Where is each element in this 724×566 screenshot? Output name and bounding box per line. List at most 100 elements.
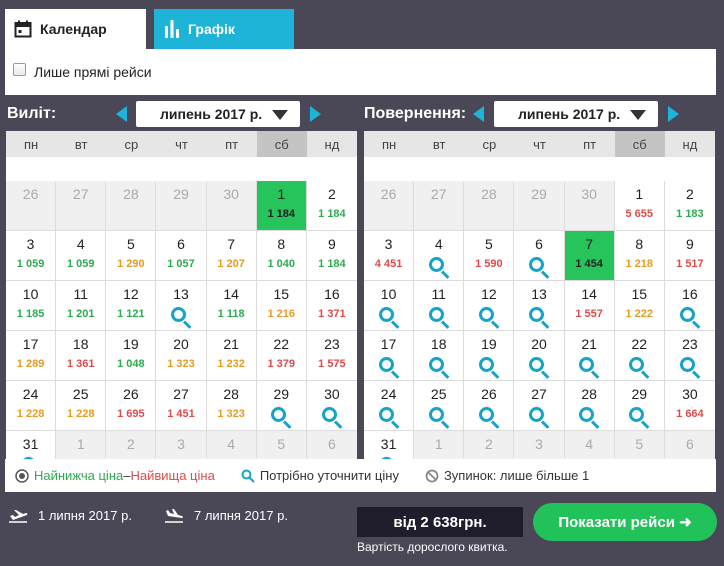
day-cell[interactable]: 12 [464,281,515,331]
day-cell[interactable]: 13 [156,281,207,331]
search-icon[interactable] [478,406,500,429]
day-cell[interactable]: 15 1 222 [614,281,665,331]
show-flights-button[interactable]: Показати рейси ➜ [533,503,717,541]
day-number: 30 [581,186,597,202]
day-cell[interactable]: 28 [564,381,615,431]
day-number: 8 [635,236,644,252]
weekday-header: сб [614,131,665,157]
day-cell[interactable]: 20 [514,331,565,381]
day-cell[interactable]: 16 1 371 [306,281,357,331]
tab-graph[interactable]: Графік [154,9,294,49]
weekday-header: пт [564,131,615,157]
day-cell[interactable]: 12 1 121 [106,281,157,331]
search-icon[interactable] [321,406,343,429]
day-cell[interactable]: 20 1 323 [156,331,207,381]
day-cell[interactable]: 10 1 185 [6,281,57,331]
day-cell[interactable]: 25 [414,381,465,431]
search-icon[interactable] [478,306,500,329]
day-cell[interactable]: 27 1 451 [156,381,207,431]
day-number: 6 [177,236,185,252]
day-cell[interactable]: 24 [364,381,415,431]
day-cell[interactable]: 26 [464,381,515,431]
search-icon[interactable] [428,406,450,429]
day-cell[interactable]: 4 1 059 [56,231,107,281]
search-icon[interactable] [628,406,650,429]
day-cell[interactable]: 2 1 183 [664,181,715,231]
day-cell[interactable]: 17 1 289 [6,331,57,381]
direct-flights-checkbox[interactable] [13,62,26,76]
direct-flights-label[interactable]: Лише прямі рейси [34,64,152,80]
day-cell-selected[interactable]: 7 1 454 [564,231,615,281]
day-cell[interactable]: 11 1 201 [56,281,107,331]
day-cell[interactable]: 19 1 048 [106,331,157,381]
day-cell[interactable]: 5 1 290 [106,231,157,281]
depart-next-month-arrow-icon[interactable] [310,106,321,122]
day-cell[interactable]: 25 1 228 [56,381,107,431]
search-icon[interactable] [170,306,192,329]
day-cell[interactable]: 23 [664,331,715,381]
day-cell[interactable]: 30 [306,381,357,431]
search-icon[interactable] [378,356,400,379]
day-cell[interactable]: 9 1 517 [664,231,715,281]
search-icon[interactable] [428,256,450,279]
day-cell[interactable]: 7 1 207 [206,231,257,281]
day-cell[interactable]: 11 [414,281,465,331]
legend-stops-label: Зупинок: лише більше 1 [443,468,590,483]
day-cell[interactable]: 22 [614,331,665,381]
search-icon[interactable] [528,256,550,279]
day-cell[interactable]: 6 1 057 [156,231,207,281]
search-icon[interactable] [628,356,650,379]
search-icon[interactable] [378,406,400,429]
day-cell[interactable]: 13 [514,281,565,331]
depart-month-select[interactable]: липень 2017 р. [136,101,300,127]
search-icon[interactable] [478,356,500,379]
day-cell[interactable]: 15 1 216 [256,281,307,331]
day-cell[interactable]: 10 [364,281,415,331]
day-cell[interactable]: 14 1 118 [206,281,257,331]
day-cell[interactable]: 14 1 557 [564,281,615,331]
day-cell[interactable]: 18 [414,331,465,381]
day-cell[interactable]: 23 1 575 [306,331,357,381]
day-cell[interactable]: 4 [414,231,465,281]
day-cell[interactable]: 21 [564,331,615,381]
day-cell[interactable]: 27 [514,381,565,431]
day-cell[interactable]: 3 4 451 [364,231,415,281]
day-cell[interactable]: 21 1 232 [206,331,257,381]
day-cell[interactable]: 30 1 664 [664,381,715,431]
search-icon[interactable] [270,406,292,429]
day-cell[interactable]: 5 1 590 [464,231,515,281]
day-cell[interactable]: 1 5 655 [614,181,665,231]
search-icon[interactable] [378,306,400,329]
return-month-select[interactable]: липень 2017 р. [494,101,658,127]
day-cell[interactable]: 8 1 040 [256,231,307,281]
return-prev-month-arrow-icon[interactable] [473,106,484,122]
search-icon[interactable] [578,356,600,379]
search-icon[interactable] [528,306,550,329]
search-icon[interactable] [528,406,550,429]
day-cell[interactable]: 18 1 361 [56,331,107,381]
day-cell-selected[interactable]: 1 1 184 [256,181,307,231]
search-icon[interactable] [528,356,550,379]
day-cell[interactable]: 24 1 228 [6,381,57,431]
day-cell[interactable]: 17 [364,331,415,381]
depart-prev-month-arrow-icon[interactable] [116,106,127,122]
search-icon[interactable] [679,306,701,329]
day-cell[interactable]: 19 [464,331,515,381]
search-icon[interactable] [578,406,600,429]
search-icon[interactable] [428,356,450,379]
day-cell[interactable]: 28 1 323 [206,381,257,431]
day-cell[interactable]: 29 [614,381,665,431]
day-cell[interactable]: 3 1 059 [6,231,57,281]
search-icon[interactable] [428,306,450,329]
day-cell[interactable]: 2 1 184 [306,181,357,231]
day-cell[interactable]: 9 1 184 [306,231,357,281]
return-next-month-arrow-icon[interactable] [668,106,679,122]
day-cell[interactable]: 29 [256,381,307,431]
day-cell[interactable]: 16 [664,281,715,331]
day-cell[interactable]: 8 1 218 [614,231,665,281]
tab-calendar[interactable]: Календар [5,9,146,49]
day-cell[interactable]: 6 [514,231,565,281]
day-cell[interactable]: 26 1 695 [106,381,157,431]
search-icon[interactable] [679,356,701,379]
day-cell[interactable]: 22 1 379 [256,331,307,381]
